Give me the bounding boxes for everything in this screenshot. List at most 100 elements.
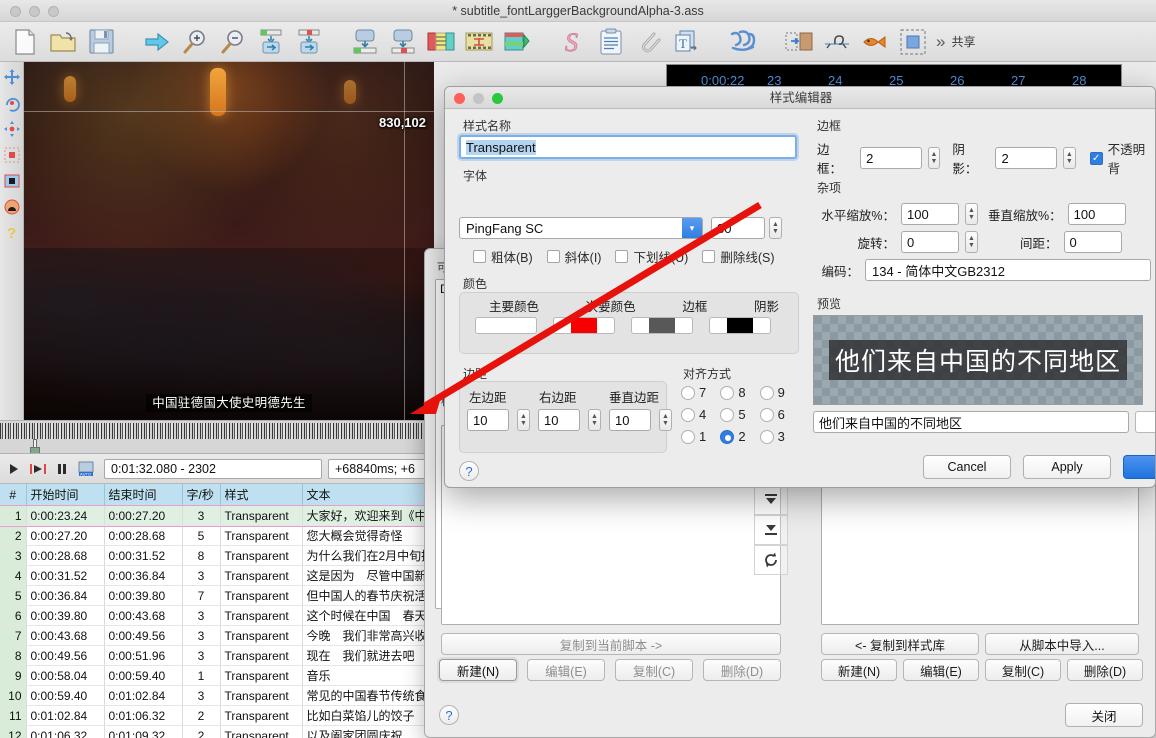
row-text[interactable]: 大家好，欢迎来到《中国茶 [302, 505, 434, 526]
table-row[interactable]: 2 0:00:27.20 0:00:28.68 5 Transparent 您大概会觉得奇… [0, 525, 434, 546]
minimize-dialog-button[interactable] [473, 93, 484, 104]
script-edit-button[interactable]: 编辑(E) [903, 659, 979, 681]
shadow-color-swatch[interactable] [709, 317, 771, 334]
row-cps[interactable]: 8 [182, 545, 221, 566]
alignment-radio-grid[interactable]: 7 8 9 4 5 6 1 2 3 [681, 385, 799, 444]
vector-clip-tool-icon[interactable] [1, 194, 23, 220]
row-style[interactable]: Transparent [220, 625, 303, 646]
row-index[interactable]: 4 [0, 565, 27, 586]
save-icon[interactable] [82, 23, 120, 61]
zoom-out-icon[interactable] [214, 23, 252, 61]
row-start-time[interactable]: 0:00:59.40 [26, 685, 105, 706]
row-end-time[interactable]: 0:00:31.52 [104, 545, 183, 566]
row-end-time[interactable]: 0:01:02.84 [104, 685, 183, 706]
row-style[interactable]: Transparent [220, 505, 303, 526]
row-style[interactable]: Transparent [220, 565, 303, 586]
table-row[interactable]: 9 0:00:58.04 0:00:59.40 1 Transparent 音乐 [0, 665, 434, 686]
current-position-field[interactable]: 0:01:32.080 - 2302 [104, 458, 322, 479]
zoom-in-icon[interactable] [176, 23, 214, 61]
attach-paperclip-icon[interactable] [630, 23, 668, 61]
row-style[interactable]: Transparent [220, 645, 303, 666]
table-row[interactable]: 8 0:00:49.56 0:00:51.96 3 Transparent 现在 我们就进… [0, 645, 434, 666]
row-index[interactable]: 7 [0, 625, 27, 646]
snap-start-to-video-icon[interactable] [252, 23, 290, 61]
row-cps[interactable]: 3 [182, 685, 221, 706]
row-index[interactable]: 8 [0, 645, 27, 666]
table-row[interactable]: 1 0:00:23.24 0:00:27.20 3 Transparent 大家好，欢迎来… [0, 504, 434, 527]
row-start-time[interactable]: 0:01:06.32 [26, 725, 105, 738]
script-copy-button[interactable]: 复制(C) [985, 659, 1061, 681]
secondary-color-swatch[interactable] [553, 317, 615, 334]
row-style[interactable]: Transparent [220, 685, 303, 706]
alignment-option-2[interactable]: 2 [720, 429, 759, 444]
storage-new-button[interactable]: 新建(N) [439, 659, 517, 681]
row-end-time[interactable]: 0:00:36.84 [104, 565, 183, 586]
grid-col-style[interactable]: 样式 [220, 484, 303, 506]
row-end-time[interactable]: 0:00:59.40 [104, 665, 183, 686]
row-style[interactable]: Transparent [220, 705, 303, 726]
row-cps[interactable]: 2 [182, 725, 221, 738]
import-from-script-button[interactable]: 从脚本中导入... [985, 633, 1139, 655]
table-row[interactable]: 3 0:00:28.68 0:00:31.52 8 Transparent 为什么我们在2… [0, 545, 434, 566]
style-editor-dialog[interactable]: 样式编辑器 样式名称 Transparent 字体 PingFang SC ▾ … [444, 86, 1156, 488]
preview-text-input[interactable]: 他们来自中国的不同地区 [813, 411, 1129, 433]
row-start-time[interactable]: 0:00:43.68 [26, 625, 105, 646]
scale-x-stepper[interactable]: ▲ ▼ [965, 203, 978, 225]
row-cps[interactable]: 3 [182, 605, 221, 626]
scale-y-field[interactable]: 100 [1067, 203, 1126, 225]
script-new-button[interactable]: 新建(N) [821, 659, 897, 681]
table-row[interactable]: 11 0:01:02.84 0:01:06.32 2 Transparent 比如白菜馅儿… [0, 705, 434, 726]
row-start-time[interactable]: 0:00:28.68 [26, 545, 105, 566]
row-style[interactable]: Transparent [220, 605, 303, 626]
cancel-button[interactable]: Cancel [923, 455, 1011, 479]
table-row[interactable]: 6 0:00:39.80 0:00:43.68 3 Transparent 这个时候在中国… [0, 605, 434, 626]
row-end-time[interactable]: 0:00:39.80 [104, 585, 183, 606]
paste-over-icon[interactable]: T [668, 23, 706, 61]
scale-tool-icon[interactable] [1, 142, 23, 168]
chevron-down-icon[interactable]: ▾ [682, 218, 702, 238]
toolbar-overflow-icon[interactable]: » [932, 32, 949, 52]
margin-right-field[interactable]: 10 [538, 409, 580, 431]
row-style[interactable]: Transparent [220, 585, 303, 606]
shift-end-icon[interactable] [384, 23, 422, 61]
zoom-dialog-button[interactable] [492, 93, 503, 104]
close-dialog-button[interactable] [454, 93, 465, 104]
storage-copy-button[interactable]: 复制(C) [615, 659, 693, 681]
row-text[interactable]: 现在 我们就进去吧 [302, 645, 434, 666]
row-text[interactable]: 这个时候在中国 春天苏醒 [302, 605, 434, 626]
row-text[interactable]: 这是因为 尽管中国新年在 [302, 565, 434, 586]
shadow-field[interactable]: 2 [995, 147, 1057, 169]
drag-tool-icon[interactable] [1, 64, 23, 90]
margin-left-field[interactable]: 10 [467, 409, 509, 431]
row-start-time[interactable]: 0:01:02.84 [26, 705, 105, 726]
underline-checkbox[interactable]: 下划线(U) [615, 247, 688, 266]
snap-end-to-video-icon[interactable] [290, 23, 328, 61]
font-size-stepper[interactable]: ▲ ▼ [769, 217, 782, 239]
alignment-radio-5[interactable] [720, 407, 735, 422]
new-file-icon[interactable] [6, 23, 44, 61]
spell-checker-icon[interactable]: S [554, 23, 592, 61]
alignment-radio-8[interactable] [720, 385, 735, 400]
translation-assistant-icon[interactable] [592, 23, 630, 61]
grid-col-index[interactable]: # [0, 484, 27, 506]
row-end-time[interactable]: 0:01:06.32 [104, 705, 183, 726]
alignment-radio-2[interactable] [720, 429, 735, 444]
row-start-time[interactable]: 0:00:36.84 [26, 585, 105, 606]
video-preview[interactable]: 830,102 中国驻德国大使史明德先生 [24, 62, 434, 420]
pause-icon[interactable] [52, 459, 72, 479]
row-start-time[interactable]: 0:00:49.56 [26, 645, 105, 666]
spacing-field[interactable]: 0 [1063, 231, 1122, 253]
row-end-time[interactable]: 0:00:49.56 [104, 625, 183, 646]
alignment-option-4[interactable]: 4 [681, 407, 720, 422]
audio-playhead-handle[interactable] [28, 439, 42, 453]
open-folder-icon[interactable] [44, 23, 82, 61]
help-icon[interactable]: ? [439, 705, 459, 725]
row-text[interactable]: 您大概会觉得奇怪 [302, 525, 434, 546]
copy-to-storage-button[interactable]: <- 复制到样式库 [821, 633, 979, 655]
play-icon[interactable] [4, 459, 24, 479]
rotation-stepper[interactable]: ▲ ▼ [965, 231, 978, 253]
style-editor-traffic-lights[interactable] [454, 93, 503, 104]
row-index[interactable]: 6 [0, 605, 27, 626]
move-to-top-icon[interactable] [754, 485, 788, 515]
row-cps[interactable]: 2 [182, 705, 221, 726]
